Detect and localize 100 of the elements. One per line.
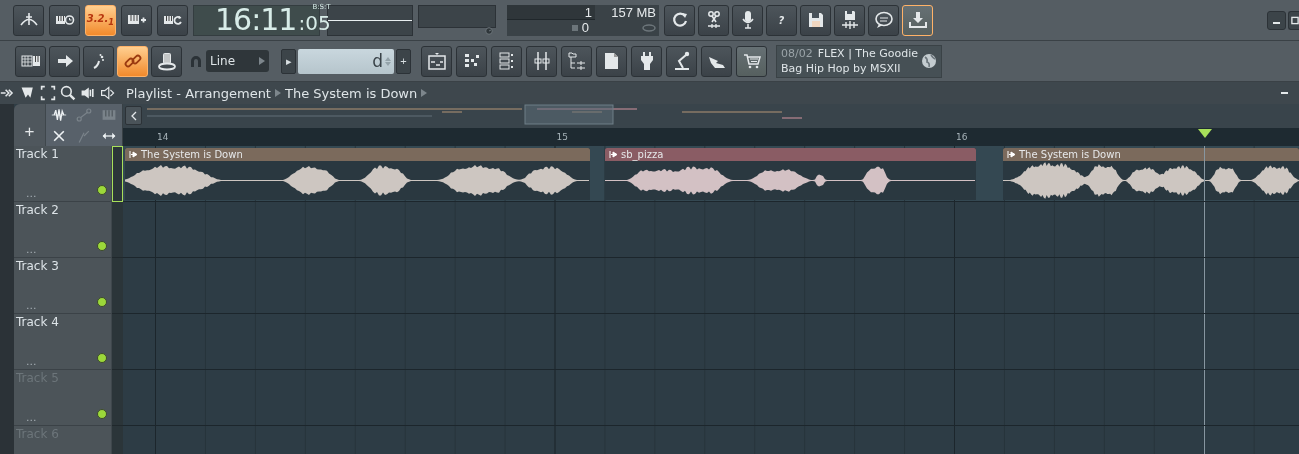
toolbar-button[interactable]: [800, 4, 831, 36]
polyphony-count: 0: [581, 20, 590, 35]
minimize-button[interactable]: [1267, 11, 1286, 30]
toolbar-button[interactable]: [736, 45, 767, 77]
news-panel[interactable]: 08/02 FLEX | The Goodie Bag Hip Hop by MSXII: [776, 44, 942, 78]
toolbar-button[interactable]: [15, 45, 46, 77]
track-lane[interactable]: The System is Down sb_pizza The System is Down: [123, 146, 1299, 202]
clip-name: sb_pizza: [621, 148, 664, 161]
toolbar-button[interactable]: 3.2.$_{1}$: [85, 4, 116, 36]
toolbar-button[interactable]: [526, 45, 557, 77]
breadcrumb-caret-icon: [421, 88, 428, 98]
track-name: Track 4: [16, 315, 59, 329]
track-header[interactable]: Track 3 ...: [14, 258, 112, 314]
add-track-button[interactable]: +: [14, 104, 45, 146]
restore-icon: [1291, 16, 1299, 25]
pointer-icon: [20, 85, 36, 101]
caret-icon: [259, 56, 265, 66]
fullscreen-icon: [40, 85, 56, 101]
toolbar-button[interactable]: [561, 45, 592, 77]
track-name: Track 1: [16, 147, 59, 161]
track-header[interactable]: Track 2 ...: [14, 202, 112, 258]
track-name: Track 2: [16, 203, 59, 217]
toolbar-button[interactable]: [631, 45, 662, 77]
track-led[interactable]: [97, 297, 107, 307]
clock-icon: [485, 26, 493, 35]
clip-name: The System is Down: [1019, 148, 1121, 161]
save-audio-icon: [839, 10, 860, 30]
chat-icon: [873, 10, 894, 30]
track-led[interactable]: [97, 241, 107, 251]
pattern-field[interactable]: d: [298, 48, 394, 74]
memory-usage: 157 MB: [610, 4, 657, 20]
clip-name: The System is Down: [141, 148, 243, 161]
toolbar-button[interactable]: [157, 4, 188, 36]
zoom-icon: [60, 85, 76, 101]
toolbar-button[interactable]: [456, 45, 487, 77]
snap-dropdown[interactable]: Line: [206, 50, 269, 72]
waveform-icon: [49, 106, 68, 123]
track-header[interactable]: Track 1 ...: [14, 146, 112, 202]
speaker-icon: [100, 85, 116, 101]
toolbar-button[interactable]: [491, 45, 522, 77]
toolbar-button[interactable]: [421, 45, 452, 77]
clock-time: 16:11: [215, 4, 297, 35]
toolbar-button[interactable]: [698, 4, 729, 36]
toolbar-button[interactable]: [666, 45, 697, 77]
track-menu-dots[interactable]: ...: [26, 188, 37, 199]
toolbar-button[interactable]: [49, 45, 80, 77]
speaker-icon: [80, 85, 96, 101]
toolbar-button[interactable]: [596, 45, 627, 77]
knob-icon: [156, 51, 177, 71]
audio-clip[interactable]: The System is Down: [1003, 148, 1299, 200]
track-menu-dots[interactable]: ...: [26, 244, 37, 255]
toolbar-button[interactable]: [701, 45, 732, 77]
clip-icon: [129, 151, 138, 158]
arrangement-name[interactable]: The System is Down: [284, 85, 418, 101]
news-headline: 08/02 FLEX | The Goodie: [781, 46, 920, 61]
pattern-prev-button[interactable]: ▸: [281, 48, 296, 74]
bar-number: 14: [157, 132, 169, 142]
add-pattern-button[interactable]: +: [396, 48, 411, 74]
playlist-title: Playlist - Arrangement: [126, 85, 271, 101]
pattern-number: 1: [507, 4, 595, 20]
lips-icon: [642, 23, 656, 32]
curve-icon: [75, 106, 93, 123]
scroll-left-button[interactable]: [125, 106, 142, 125]
restore-button[interactable]: [1288, 11, 1299, 30]
breadcrumb-caret-icon: [274, 88, 281, 98]
audio-clip[interactable]: The System is Down: [125, 148, 590, 200]
download-icon: [907, 10, 928, 30]
bar-number: 16: [956, 132, 968, 142]
globe-icon: [921, 53, 937, 69]
audio-clip[interactable]: sb_pizza: [605, 148, 976, 200]
toolbar-button[interactable]: [151, 45, 182, 77]
track-header[interactable]: Track 4 ...: [14, 314, 112, 370]
toolbar-button[interactable]: [49, 4, 80, 36]
track-led[interactable]: [97, 409, 107, 419]
toolbar-button[interactable]: [732, 4, 763, 36]
toolbar-button[interactable]: [868, 4, 899, 36]
toolbar-button[interactable]: [834, 4, 865, 36]
playlist-icon: [426, 51, 447, 71]
track-led[interactable]: [97, 185, 107, 195]
track-name: Track 3: [16, 259, 59, 273]
track-led[interactable]: [97, 353, 107, 363]
magnet-icon: [189, 54, 203, 68]
clip-icon: [1007, 151, 1016, 158]
bar-number: 15: [556, 132, 568, 142]
news-subline: Bag Hip Hop by MSXII: [781, 61, 902, 76]
cart-icon: [741, 51, 762, 71]
clip-icon: [609, 151, 618, 158]
sliders-icon: [531, 51, 552, 71]
toolbar-button[interactable]: [13, 4, 44, 36]
chip-icon: [570, 23, 579, 32]
track-menu-dots[interactable]: ...: [26, 412, 37, 423]
track-menu-dots[interactable]: ...: [26, 300, 37, 311]
chevron-left-icon: [130, 110, 137, 121]
toolbar-button[interactable]: [121, 4, 152, 36]
folder-tree-icon: [566, 51, 587, 71]
toolbar-button[interactable]: [83, 45, 114, 77]
clock-ticks: :05: [298, 10, 331, 35]
toolbar-button[interactable]: ?: [766, 4, 797, 36]
track-menu-dots[interactable]: ...: [26, 356, 37, 367]
toolbar-button[interactable]: [664, 4, 695, 36]
